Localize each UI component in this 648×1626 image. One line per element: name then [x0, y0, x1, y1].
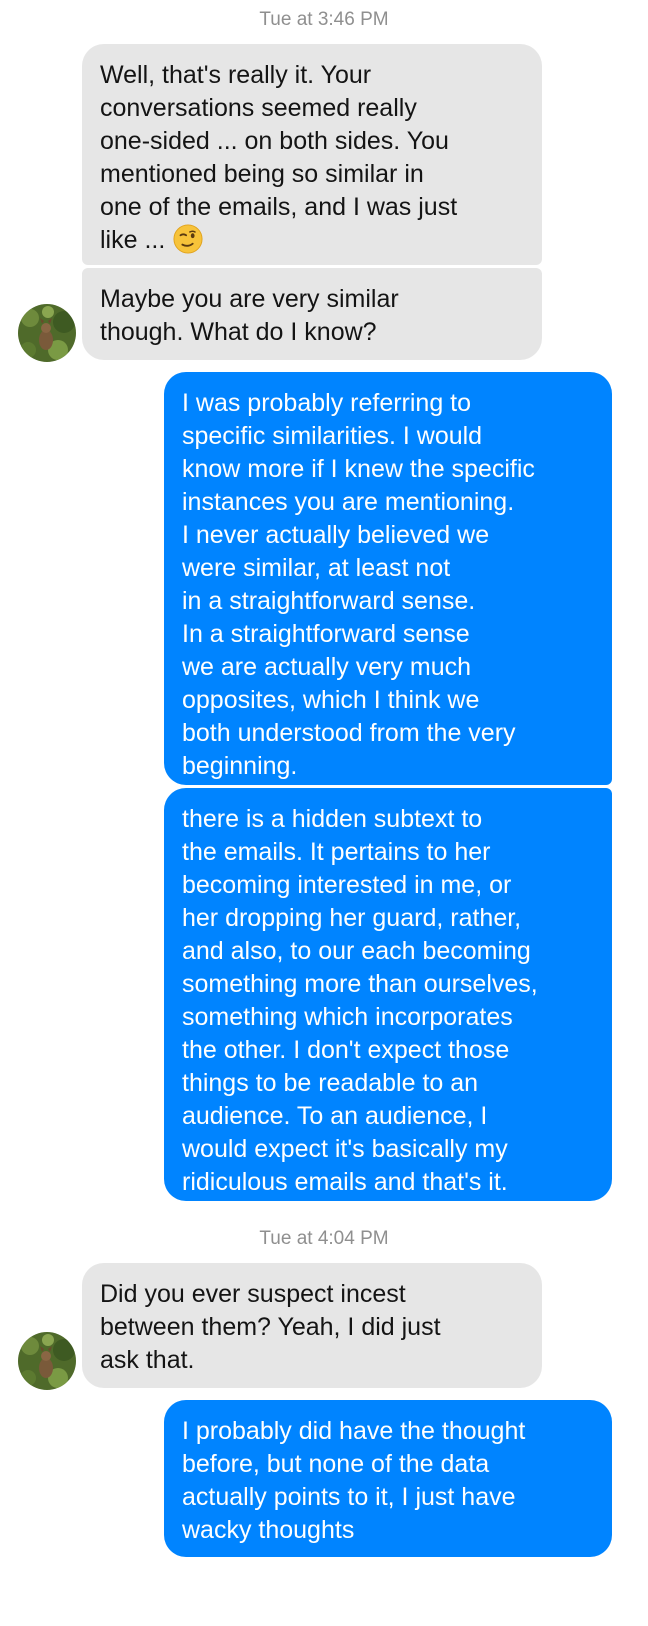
contact-avatar-image-icon [18, 1332, 76, 1390]
incoming-message-bubble[interactable]: Well, that's really it. Your conversatio… [82, 44, 542, 265]
outgoing-message-bubble[interactable]: I probably did have the thought before, … [164, 1400, 612, 1557]
outgoing-message-bubble[interactable]: I was probably referring to specific sim… [164, 372, 612, 785]
contact-avatar-image-icon [18, 304, 76, 362]
contact-avatar[interactable] [18, 304, 76, 362]
contact-avatar[interactable] [18, 1332, 76, 1390]
timestamp: Tue at 4:04 PM [259, 1228, 389, 1249]
message-text: Well, that's really it. Your conversatio… [100, 61, 458, 254]
timestamp: Tue at 3:46 PM [259, 9, 389, 30]
incoming-message-bubble[interactable]: Did you ever suspect incest between them… [82, 1263, 542, 1388]
outgoing-message-bubble[interactable]: there is a hidden subtext to the emails.… [164, 788, 612, 1201]
winking-face-emoji-icon [173, 224, 203, 254]
incoming-message-bubble[interactable]: Maybe you are very similar though. What … [82, 268, 542, 360]
